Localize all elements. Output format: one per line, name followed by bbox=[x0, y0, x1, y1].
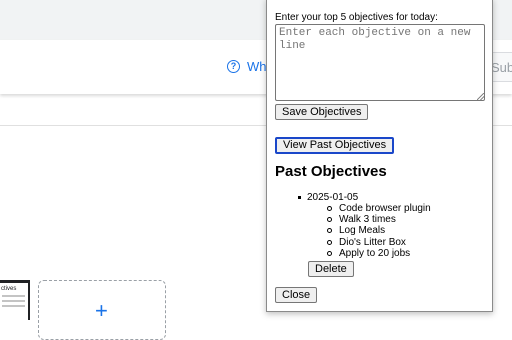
close-button[interactable]: Close bbox=[275, 287, 318, 303]
help-link[interactable]: Wh bbox=[247, 59, 267, 74]
plus-icon: + bbox=[95, 298, 108, 323]
thumbnail-title: ctives bbox=[1, 286, 17, 292]
objective-item: Apply to 20 jobs bbox=[307, 248, 431, 259]
objectives-popup: Enter your top 5 objectives for today: S… bbox=[266, 0, 493, 312]
objectives-textarea[interactable] bbox=[275, 24, 485, 101]
thumbnail-line bbox=[2, 305, 25, 307]
objective-item: Walk 3 times bbox=[307, 214, 431, 225]
circle-bullet-icon bbox=[327, 228, 332, 234]
view-past-objectives-button[interactable]: View Past Objectives bbox=[275, 137, 395, 154]
objective-text: Log Meals bbox=[339, 225, 386, 237]
objective-text: Apply to 20 jobs bbox=[339, 247, 411, 259]
page-thumbnail[interactable]: ctives bbox=[0, 280, 30, 320]
objective-item: Dio's Litter Box bbox=[307, 237, 431, 248]
resize-grip-icon[interactable] bbox=[477, 93, 484, 100]
past-entry: 2025-01-05 Code browser plugin Walk 3 ti… bbox=[283, 192, 431, 259]
add-tile[interactable]: + bbox=[38, 280, 166, 340]
objective-text: Dio's Litter Box bbox=[339, 236, 406, 248]
circle-bullet-icon bbox=[327, 239, 332, 245]
circle-bullet-icon bbox=[327, 206, 332, 211]
past-objectives-heading: Past Objectives bbox=[275, 163, 387, 180]
circle-bullet-icon bbox=[327, 217, 332, 223]
objectives-prompt: Enter your top 5 objectives for today: bbox=[275, 12, 438, 23]
entry-objectives: Code browser plugin Walk 3 times Log Mea… bbox=[307, 203, 431, 259]
objective-text: Code browser plugin bbox=[339, 203, 431, 214]
thumbnail-line bbox=[2, 295, 25, 297]
objective-text: Walk 3 times bbox=[339, 214, 396, 226]
entry-date: 2025-01-05 bbox=[307, 192, 359, 203]
delete-entry-button[interactable]: Delete bbox=[308, 261, 354, 277]
objective-item: Log Meals bbox=[307, 225, 431, 236]
help-circle-icon[interactable]: ? bbox=[227, 60, 240, 73]
thumbnail-line bbox=[2, 300, 25, 302]
objective-item: Code browser plugin bbox=[307, 203, 431, 214]
past-objectives-list: 2025-01-05 Code browser plugin Walk 3 ti… bbox=[283, 192, 431, 259]
circle-bullet-icon bbox=[327, 250, 332, 256]
save-objectives-button[interactable]: Save Objectives bbox=[275, 104, 369, 120]
square-bullet-icon bbox=[298, 196, 301, 199]
